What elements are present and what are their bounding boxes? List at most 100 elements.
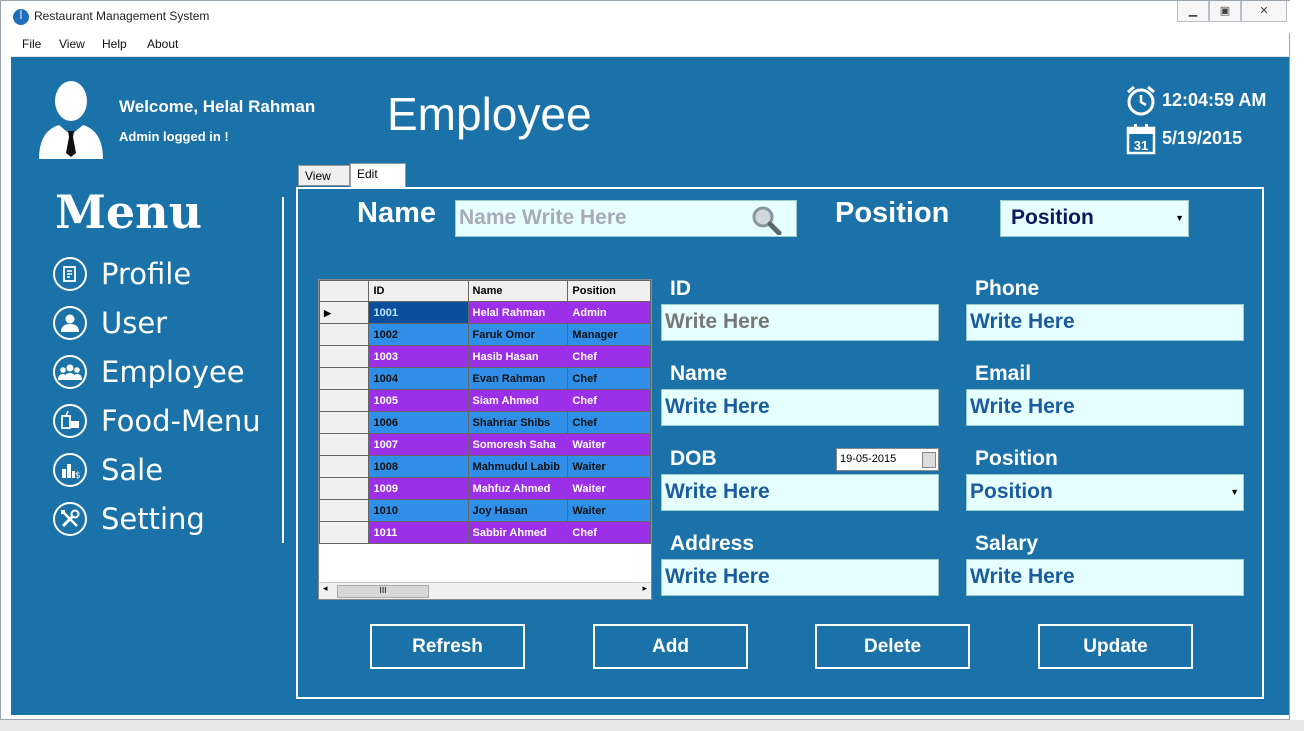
sidebar-item-user[interactable]: User — [53, 306, 167, 340]
grid-cell-name[interactable]: Faruk Omor — [467, 323, 569, 346]
menu-help[interactable]: Help — [102, 37, 127, 51]
add-button[interactable]: Add — [593, 624, 748, 669]
maximize-button[interactable]: ▣ — [1209, 1, 1241, 22]
search-name-field[interactable]: Name Write Here — [455, 200, 797, 237]
grid-cell-id[interactable]: 1009 — [368, 477, 469, 500]
address-field[interactable]: Write Here — [661, 559, 939, 596]
menu-view[interactable]: View — [59, 37, 85, 51]
row-header[interactable] — [319, 389, 370, 412]
table-row[interactable]: 1005 Siam Ahmed Chef — [319, 389, 651, 412]
row-header[interactable] — [319, 323, 370, 346]
grid-cell-name[interactable]: Sabbir Ahmed — [467, 521, 569, 544]
grid-cell-name[interactable]: Somoresh Saha — [467, 433, 569, 456]
grid-cell-name[interactable]: Evan Rahman — [467, 367, 569, 390]
grid-header-position[interactable]: Position — [567, 280, 651, 302]
refresh-button[interactable]: Refresh — [370, 624, 525, 669]
id-field[interactable]: Write Here — [661, 304, 939, 341]
sidebar-label-profile: Profile — [101, 257, 192, 291]
grid-cell-name[interactable]: Shahriar Shibs — [467, 411, 569, 434]
grid-cell-position[interactable]: Manager — [567, 323, 651, 346]
grid-cell-name[interactable]: Mahfuz Ahmed — [467, 477, 569, 500]
sidebar-item-employee[interactable]: Employee — [53, 355, 245, 389]
grid-cell-name[interactable]: Joy Hasan — [467, 499, 569, 522]
update-button[interactable]: Update — [1038, 624, 1193, 669]
tab-edit[interactable]: Edit — [350, 163, 406, 187]
sidebar-item-setting[interactable]: Setting — [53, 502, 205, 536]
position-select[interactable]: Position ▼ — [966, 474, 1244, 511]
delete-button[interactable]: Delete — [815, 624, 970, 669]
row-header[interactable] — [319, 477, 370, 500]
row-header[interactable] — [319, 521, 370, 544]
calendar-dropdown-icon[interactable] — [922, 452, 936, 468]
table-row[interactable]: 1002 Faruk Omor Manager — [319, 323, 651, 346]
address-label: Address — [670, 532, 755, 555]
grid-cell-id[interactable]: 1002 — [368, 323, 469, 346]
table-row[interactable]: 1010 Joy Hasan Waiter — [319, 499, 651, 522]
grid-cell-id[interactable]: 1011 — [368, 521, 469, 544]
grid-cell-position[interactable]: Admin — [567, 301, 651, 324]
row-header[interactable] — [319, 455, 370, 478]
row-header[interactable] — [319, 499, 370, 522]
sidebar-label-food-menu: Food-Menu — [101, 404, 261, 438]
employee-grid[interactable]: ID Name Position ▶ 1001 Helal Rahman Admin 1… — [318, 279, 652, 600]
table-row[interactable]: 1011 Sabbir Ahmed Chef — [319, 521, 651, 544]
salary-field[interactable]: Write Here — [966, 559, 1244, 596]
row-header[interactable] — [319, 345, 370, 368]
grid-cell-position[interactable]: Chef — [567, 411, 651, 434]
sidebar-item-food-menu[interactable]: Food-Menu — [53, 404, 261, 438]
grid-cell-position[interactable]: Waiter — [567, 477, 651, 500]
tab-view[interactable]: View — [298, 165, 350, 186]
sidebar-item-sale[interactable]: $ Sale — [53, 453, 163, 487]
menu-file[interactable]: File — [22, 37, 41, 51]
grid-cell-position[interactable]: Waiter — [567, 499, 651, 522]
scroll-thumb[interactable]: III — [337, 585, 429, 598]
table-row[interactable]: 1009 Mahfuz Ahmed Waiter — [319, 477, 651, 500]
grid-cell-id[interactable]: 1006 — [368, 411, 469, 434]
grid-cell-name[interactable]: Hasib Hasan — [467, 345, 569, 368]
dob-field[interactable]: Write Here — [661, 474, 939, 511]
grid-cell-id[interactable]: 1001 — [368, 301, 469, 324]
row-header[interactable] — [319, 367, 370, 390]
grid-cell-position[interactable]: Waiter — [567, 455, 651, 478]
phone-field[interactable]: Write Here — [966, 304, 1244, 341]
name-field[interactable]: Write Here — [661, 389, 939, 426]
grid-cell-name[interactable]: Helal Rahman — [467, 301, 569, 324]
row-header[interactable] — [319, 433, 370, 456]
grid-cell-id[interactable]: 1008 — [368, 455, 469, 478]
table-row[interactable]: 1008 Mahmudul Labib Waiter — [319, 455, 651, 478]
table-row[interactable]: ▶ 1001 Helal Rahman Admin — [319, 301, 651, 324]
grid-cell-id[interactable]: 1003 — [368, 345, 469, 368]
grid-cell-id[interactable]: 1007 — [368, 433, 469, 456]
grid-cell-position[interactable]: Chef — [567, 367, 651, 390]
table-row[interactable]: 1006 Shahriar Shibs Chef — [319, 411, 651, 434]
grid-cell-name[interactable]: Mahmudul Labib — [467, 455, 569, 478]
dob-label: DOB — [670, 447, 717, 470]
grid-cell-position[interactable]: Chef — [567, 389, 651, 412]
table-row[interactable]: 1004 Evan Rahman Chef — [319, 367, 651, 390]
grid-cell-position[interactable]: Chef — [567, 521, 651, 544]
sidebar-item-profile[interactable]: Profile — [53, 257, 191, 291]
close-button[interactable]: ✕ — [1241, 1, 1287, 22]
grid-header-name[interactable]: Name — [467, 280, 569, 302]
grid-cell-id[interactable]: 1004 — [368, 367, 469, 390]
grid-cell-position[interactable]: Waiter — [567, 433, 651, 456]
grid-cell-id[interactable]: 1005 — [368, 389, 469, 412]
search-position-select[interactable]: Position ▼ — [1000, 200, 1189, 237]
email-field[interactable]: Write Here — [966, 389, 1244, 426]
dob-date-picker[interactable]: 19-05-2015 — [836, 448, 939, 471]
scroll-left-icon[interactable]: ◂ — [323, 584, 328, 594]
scroll-right-icon[interactable]: ▸ — [642, 584, 647, 594]
search-icon[interactable] — [750, 205, 782, 235]
row-header[interactable]: ▶ — [319, 301, 370, 324]
grid-horizontal-scrollbar[interactable]: ◂ III ▸ — [319, 582, 651, 599]
grid-header-id[interactable]: ID — [368, 280, 469, 302]
row-header[interactable] — [319, 411, 370, 434]
grid-cell-position[interactable]: Chef — [567, 345, 651, 368]
sidebar-divider — [282, 197, 284, 543]
grid-cell-id[interactable]: 1010 — [368, 499, 469, 522]
menu-about[interactable]: About — [147, 37, 178, 51]
grid-cell-name[interactable]: Siam Ahmed — [467, 389, 569, 412]
table-row[interactable]: 1003 Hasib Hasan Chef — [319, 345, 651, 368]
minimize-button[interactable]: ▁ — [1177, 1, 1209, 22]
table-row[interactable]: 1007 Somoresh Saha Waiter — [319, 433, 651, 456]
